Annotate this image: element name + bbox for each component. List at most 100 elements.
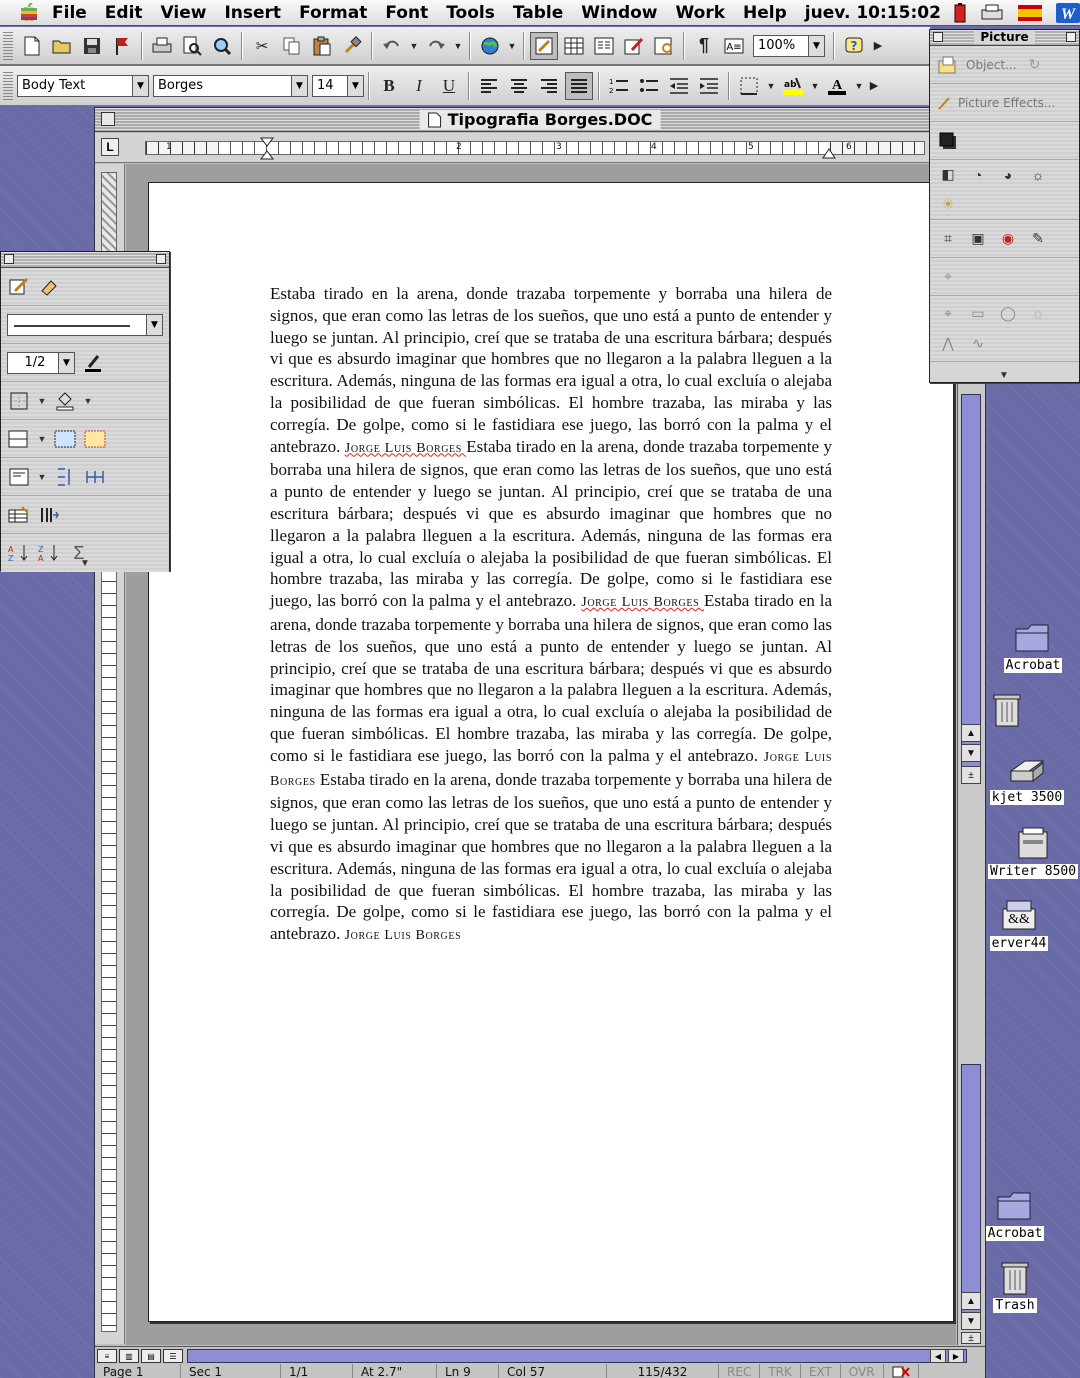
crop-icon[interactable]: ⌗ [936, 227, 960, 251]
reset-icon[interactable]: ↻ [1023, 53, 1047, 77]
horizontal-scrollbar[interactable]: ◀ ▶ [187, 1349, 967, 1363]
less-brightness-icon[interactable]: ☀ [936, 193, 960, 217]
decrease-indent-icon[interactable] [665, 72, 693, 100]
online-layout-icon[interactable]: ▥ [119, 1349, 139, 1363]
normal-view-icon[interactable]: ≡ [97, 1349, 117, 1363]
redo-icon[interactable] [422, 32, 450, 60]
outside-border-icon[interactable] [7, 389, 31, 413]
palette-expand-icon[interactable]: ▼ [73, 556, 97, 570]
increase-indent-icon[interactable] [695, 72, 723, 100]
scroll-thumb[interactable] [961, 394, 981, 774]
scroll-right-icon[interactable]: ▶ [948, 1349, 964, 1363]
desktop-icon-laserwriter[interactable]: Writer 8500 [987, 826, 1079, 879]
justify-icon[interactable] [565, 71, 593, 100]
palette-expand-icon[interactable]: ▼ [992, 368, 1016, 382]
object-button[interactable]: Object... [966, 58, 1017, 72]
align-dropdown-icon[interactable]: ▼ [37, 465, 47, 489]
distribute-columns-icon[interactable] [83, 465, 107, 489]
menu-clock[interactable]: juev. 10:15:02 [805, 3, 941, 23]
palette-title-bar[interactable]: Picture [930, 30, 1079, 46]
red-eye-icon[interactable]: ◉ [996, 227, 1020, 251]
desktop-icon-deskjet[interactable]: kjet 3500 [982, 752, 1072, 805]
toolbar-more-icon[interactable]: ▶ [867, 72, 881, 100]
zoom-box-icon[interactable] [1066, 32, 1076, 42]
close-box-icon[interactable] [101, 112, 115, 126]
align-center-icon[interactable] [505, 72, 533, 100]
insert-table-icon[interactable] [560, 32, 588, 60]
menu-edit[interactable]: Edit [105, 3, 143, 23]
status-ext[interactable]: EXT [801, 1364, 841, 1378]
find-icon[interactable] [208, 32, 236, 60]
bold-button[interactable]: B [375, 72, 403, 100]
status-trk[interactable]: TRK [760, 1364, 801, 1378]
line-style-select[interactable]: ▼ [7, 313, 163, 336]
insert-object-icon[interactable] [936, 53, 960, 77]
redo-dropdown-icon[interactable]: ▼ [452, 32, 464, 60]
columns-icon[interactable] [590, 32, 618, 60]
desktop-icon-acrobat[interactable]: Acrobat [988, 620, 1078, 673]
zoom-box-icon[interactable] [156, 254, 166, 264]
shading-color-icon[interactable] [53, 389, 77, 413]
table-autoformat-icon[interactable] [83, 427, 107, 451]
highlight-dropdown-icon[interactable]: ▼ [809, 72, 821, 100]
format-picture-icon[interactable]: ✎ [1026, 227, 1050, 251]
page-up-icon[interactable]: ± [961, 766, 981, 784]
print-preview-icon[interactable] [178, 32, 206, 60]
apple-menu-icon[interactable] [20, 2, 38, 24]
toolbar-grip[interactable] [3, 71, 13, 100]
menu-view[interactable]: View [161, 3, 207, 23]
office-assistant-icon[interactable]: ? [840, 32, 868, 60]
close-box-icon[interactable] [4, 254, 14, 264]
close-box-icon[interactable] [933, 32, 943, 42]
flag-icon[interactable] [108, 32, 136, 60]
split-cells-icon[interactable] [53, 427, 77, 451]
numbered-list-icon[interactable]: 12 [605, 72, 633, 100]
copy-icon[interactable] [278, 32, 306, 60]
picture-effects-icon[interactable] [936, 91, 952, 115]
scroll-down-icon[interactable]: ▼ [961, 1312, 981, 1330]
borders-dropdown-icon[interactable]: ▼ [765, 72, 777, 100]
merge-dropdown-icon[interactable]: ▼ [37, 427, 47, 451]
document-page[interactable]: Estaba tirado en la arena, donde trazaba… [148, 182, 954, 1322]
printer-status-icon[interactable] [980, 3, 1004, 23]
picture-effects-button[interactable]: Picture Effects... [958, 96, 1055, 110]
save-icon[interactable] [78, 32, 106, 60]
scroll-track-lower[interactable] [961, 1064, 981, 1324]
menu-window[interactable]: Window [581, 3, 657, 23]
page-layout-icon[interactable]: ▤ [141, 1349, 161, 1363]
outline-view-icon[interactable]: ☰ [163, 1349, 183, 1363]
highlight-icon[interactable]: ab [779, 72, 807, 100]
menu-table[interactable]: Table [513, 3, 563, 23]
document-body[interactable]: Estaba tirado en la arena, donde trazaba… [270, 283, 832, 947]
rectangle-select-icon[interactable]: ▭ [966, 302, 990, 326]
menu-insert[interactable]: Insert [224, 3, 281, 23]
merge-cells-icon[interactable] [7, 427, 31, 451]
autofit-icon[interactable] [37, 503, 61, 527]
web-toolbar-icon[interactable] [476, 32, 504, 60]
bulleted-list-icon[interactable] [635, 72, 663, 100]
scroll-down-icon[interactable]: ▼ [961, 744, 981, 762]
word-app-icon[interactable]: W [1055, 2, 1080, 23]
show-hide-icon[interactable]: ¶ [690, 32, 718, 60]
sort-descending-icon[interactable]: ZA [37, 541, 61, 565]
draw-table-icon[interactable] [7, 275, 31, 299]
tab-selector-icon[interactable]: L [101, 138, 119, 156]
desktop-icon-server[interactable]: && erver44 [974, 898, 1064, 951]
italic-button[interactable]: I [405, 72, 433, 100]
shadow-icon[interactable] [936, 129, 960, 153]
right-indent-marker-icon[interactable] [822, 147, 836, 159]
scroll-left-icon[interactable]: ◀ [930, 1349, 946, 1363]
toolbar-more-icon[interactable]: ▶ [870, 32, 886, 60]
underline-button[interactable]: U [435, 72, 463, 100]
fit-icon[interactable]: ▣ [966, 227, 990, 251]
polygon-lasso-icon[interactable]: ⋀ [936, 332, 960, 356]
oval-select-icon[interactable]: ◯ [996, 302, 1020, 326]
magic-lasso-icon[interactable]: ∿ [966, 332, 990, 356]
keyboard-flag-icon[interactable] [1017, 3, 1042, 23]
crop-tool-icon[interactable]: ⌖ [936, 265, 960, 289]
menu-work[interactable]: Work [676, 3, 726, 23]
paste-icon[interactable] [308, 32, 336, 60]
document-map-icon[interactable] [650, 32, 678, 60]
previous-page-icon[interactable]: ± [961, 1332, 981, 1344]
zoom-select[interactable]: 100% ▼ [753, 34, 825, 57]
